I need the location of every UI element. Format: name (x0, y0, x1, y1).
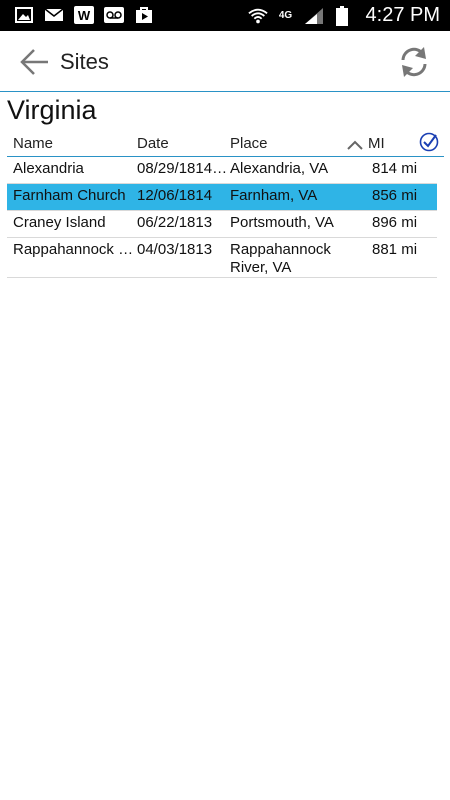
gallery-icon (14, 6, 34, 24)
site-name: Farnham Church (13, 187, 126, 204)
network-type-icon: 4G (278, 10, 293, 21)
refresh-icon (401, 47, 427, 77)
site-date: 12/06/1814 (137, 187, 213, 204)
table-row-selected[interactable]: Farnham Church 12/06/1814 Farnham, VA 85… (7, 184, 437, 211)
table-row[interactable]: Craney Island 06/22/1813 Portsmouth, VA … (7, 211, 437, 238)
column-mi-header[interactable]: MI (368, 135, 385, 152)
page-title: Sites (60, 49, 109, 74)
site-place: Alexandria, VA (230, 160, 329, 177)
arrow-left-icon (20, 49, 48, 75)
site-distance: 856 mi (372, 187, 418, 204)
column-name-header[interactable]: Name (13, 135, 53, 152)
signal-icon (304, 7, 324, 25)
action-bar: Sites (0, 31, 450, 92)
sites-table: Alexandria 08/29/1814… Alexandria, VA 81… (7, 157, 437, 278)
notification-icons: W (14, 6, 154, 24)
column-date-header[interactable]: Date (137, 135, 169, 152)
check-all-icon[interactable] (419, 132, 439, 156)
site-place: Rappahannock River, VA (230, 241, 331, 276)
clock: 4:27 PM (365, 4, 440, 26)
refresh-button[interactable] (396, 44, 432, 80)
svg-text:W: W (78, 8, 91, 23)
site-date: 04/03/1813 (137, 241, 213, 258)
region-title: Virginia (7, 95, 97, 125)
table-header: Name Date Place MI (7, 130, 444, 157)
back-button[interactable] (18, 45, 52, 79)
site-place: Farnham, VA (230, 187, 318, 204)
site-name: Alexandria (13, 160, 84, 177)
site-date: 08/29/1814… (137, 160, 228, 177)
battery-icon (332, 5, 352, 26)
sort-ascending-icon[interactable] (347, 137, 363, 154)
system-icons: 4G 4:27 PM (247, 4, 440, 27)
site-date: 06/22/1813 (137, 214, 213, 231)
voicemail-icon (104, 6, 124, 24)
site-distance: 881 mi (372, 241, 418, 258)
site-name: Rappahannock R… (13, 241, 137, 258)
status-bar: W 4G 4:27 PM (0, 0, 450, 31)
column-place-header[interactable]: Place (230, 135, 268, 152)
site-name: Craney Island (13, 214, 106, 231)
mail-icon (44, 6, 64, 24)
site-distance: 814 mi (372, 160, 418, 177)
wifi-icon (247, 7, 268, 25)
word-icon: W (74, 6, 94, 24)
table-row[interactable]: Alexandria 08/29/1814… Alexandria, VA 81… (7, 157, 437, 184)
play-store-icon (134, 6, 154, 24)
table-row[interactable]: Rappahannock R… 04/03/1813 Rappahannock … (7, 238, 437, 278)
site-distance: 896 mi (372, 214, 418, 231)
site-place: Portsmouth, VA (230, 214, 334, 231)
